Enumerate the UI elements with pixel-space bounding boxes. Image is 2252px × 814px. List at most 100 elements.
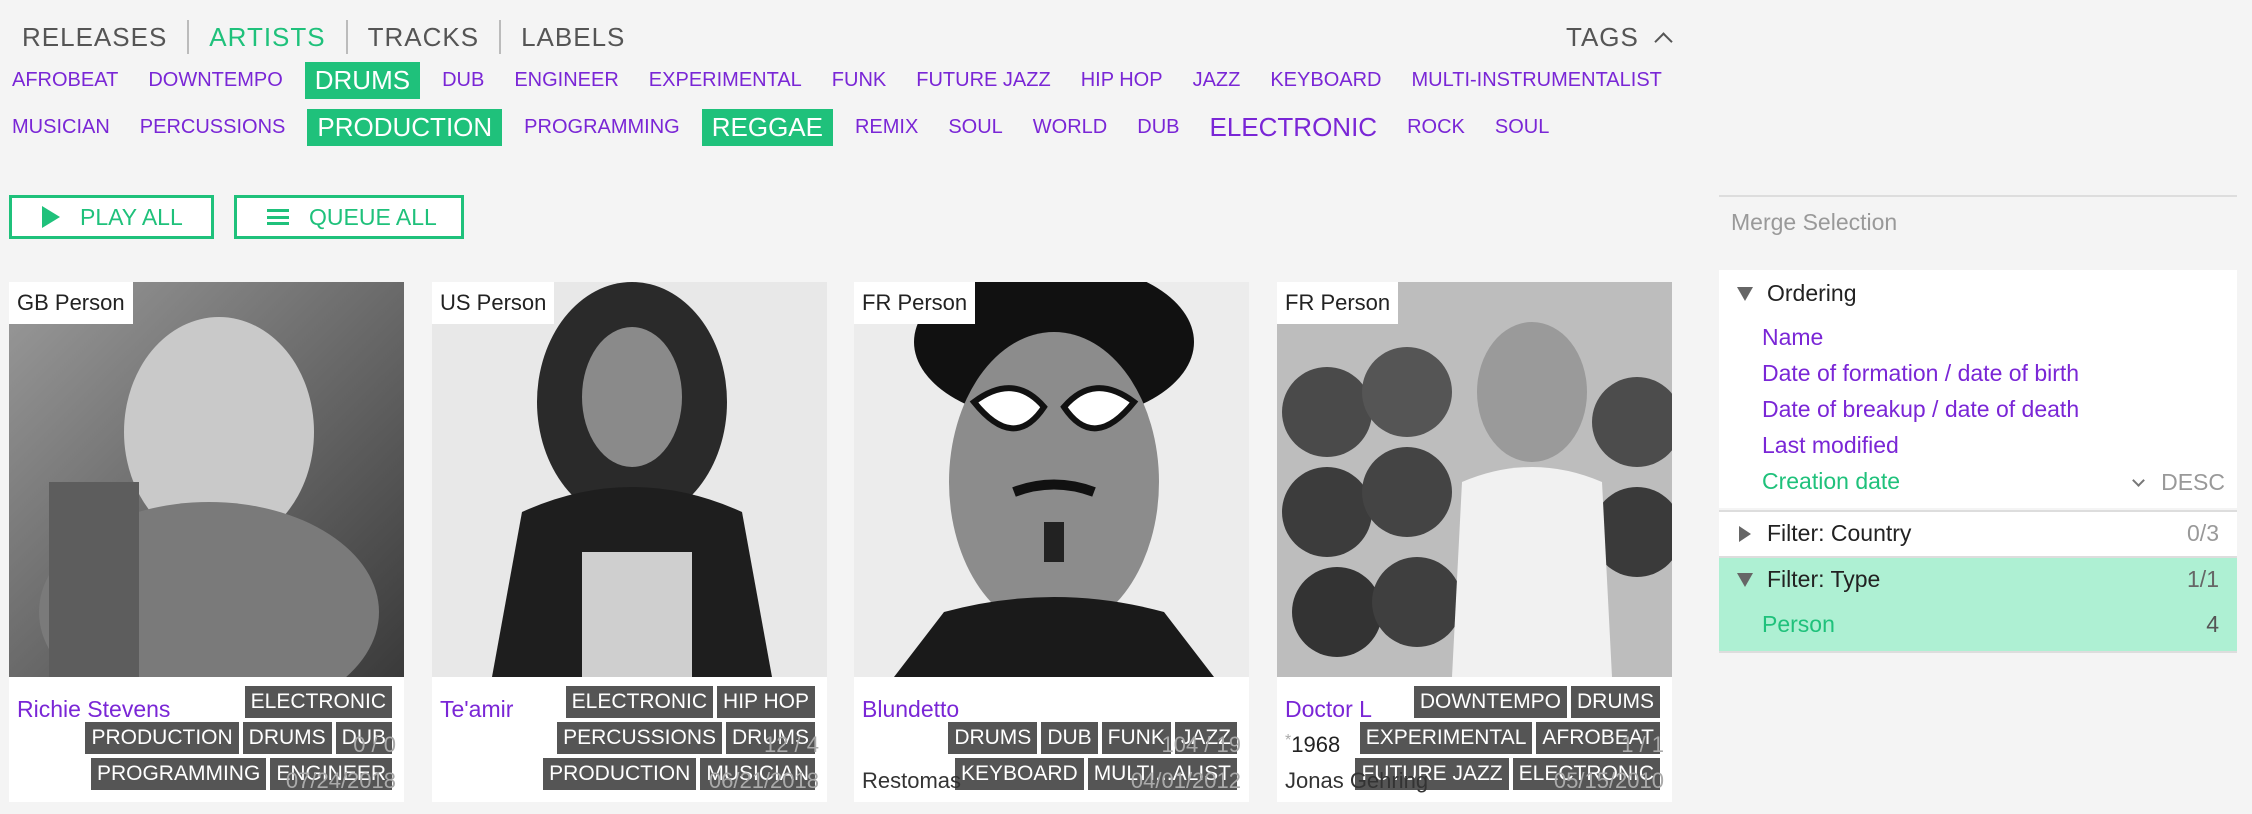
order-by-breakup-date[interactable]: Date of breakup / date of death <box>1762 396 2079 423</box>
ordering-header[interactable]: Ordering <box>1737 280 1856 307</box>
ordering-section: Ordering Name Date of formation / date o… <box>1719 270 2237 508</box>
tag[interactable]: DUB <box>1137 116 1179 139</box>
created-date: 05/15/2010 <box>1553 768 1664 793</box>
release-counts: 104 / 19 <box>1161 732 1241 757</box>
photo-tag[interactable]: PRODUCTION <box>85 722 239 754</box>
origin-label: FR Person <box>1277 282 1399 324</box>
photo-tag[interactable]: EXPERIMENTAL <box>1359 722 1533 754</box>
artist-photo[interactable] <box>854 282 1249 677</box>
tag[interactable]: MUSICIAN <box>12 116 110 139</box>
tag[interactable]: HIP HOP <box>1081 69 1163 92</box>
photo-tag[interactable]: PERCUSSIONS <box>557 722 722 754</box>
tag[interactable]: ENGINEER <box>514 69 618 92</box>
tags-toggle[interactable]: TAGS <box>1566 20 1673 54</box>
filter-type-header[interactable]: Filter: Type <box>1737 566 1880 593</box>
tag[interactable]: PROGRAMMING <box>524 116 680 139</box>
sort-direction-toggle[interactable]: DESC <box>2132 469 2225 496</box>
play-icon <box>42 206 60 228</box>
tag[interactable]: FUNK <box>832 69 886 92</box>
filter-country-section[interactable]: Filter: Country 0/3 <box>1719 510 2237 556</box>
top-nav: RELEASES ARTISTS TRACKS LABELS <box>22 20 645 54</box>
nav-tracks[interactable]: TRACKS <box>348 20 499 54</box>
artist-name[interactable]: Te'amir <box>440 696 513 723</box>
photo-tag[interactable]: HIP HOP <box>717 686 815 718</box>
tag-row-1: AFROBEAT DOWNTEMPO DRUMS DUB ENGINEER EX… <box>12 58 1692 102</box>
chevron-down-icon <box>2132 473 2145 487</box>
nav-artists[interactable]: ARTISTS <box>189 20 345 54</box>
photo-tag[interactable]: DUB <box>1041 722 1098 754</box>
order-by-name[interactable]: Name <box>1762 324 1823 351</box>
filter-country-header[interactable]: Filter: Country <box>1737 520 1911 547</box>
tag[interactable]: REMIX <box>855 116 918 139</box>
play-all-button[interactable]: PLAY ALL <box>9 195 214 239</box>
tag-selected[interactable]: REGGAE <box>701 108 833 146</box>
tag[interactable]: ROCK <box>1407 116 1465 139</box>
tag[interactable]: FUTURE JAZZ <box>916 69 1050 92</box>
order-by-last-modified[interactable]: Last modified <box>1762 432 1899 459</box>
tag[interactable]: AFROBEAT <box>12 69 118 92</box>
photo-tag[interactable]: ELECTRONIC <box>565 686 714 718</box>
tag[interactable]: ELECTRONIC <box>1209 112 1377 143</box>
merge-selection-button[interactable]: Merge Selection <box>1719 197 2237 259</box>
artist-name[interactable]: Doctor L <box>1285 696 1372 723</box>
artist-card[interactable]: FR Person FUTURE JAZZ ELECTRONIC EXPERIM… <box>1277 282 1672 802</box>
artist-name[interactable]: Richie Stevens <box>17 696 170 723</box>
photo-tag[interactable]: KEYBOARD <box>954 758 1084 790</box>
tag[interactable]: MULTI-INSTRUMENTALIST <box>1412 69 1662 92</box>
chevron-up-icon <box>1654 31 1673 51</box>
tag[interactable]: KEYBOARD <box>1270 69 1381 92</box>
triangle-down-icon <box>1737 286 1753 301</box>
tags-label: TAGS <box>1566 21 1639 52</box>
release-counts: 0 / 0 <box>353 732 396 757</box>
created-date: 06/21/2018 <box>708 768 819 793</box>
tag[interactable]: EXPERIMENTAL <box>649 69 802 92</box>
filter-country-title: Filter: Country <box>1767 520 1912 546</box>
artist-photo[interactable] <box>432 282 827 677</box>
artist-photo[interactable] <box>1277 282 1672 677</box>
photo-tag[interactable]: DOWNTEMPO <box>1413 686 1567 718</box>
birth-year-value: 1968 <box>1291 732 1341 757</box>
created-date: 07/24/2018 <box>285 768 396 793</box>
tag[interactable]: SOUL <box>948 116 1002 139</box>
order-by-creation-date[interactable]: Creation date <box>1762 468 1900 495</box>
queue-all-button[interactable]: QUEUE ALL <box>234 195 464 239</box>
tag-selected[interactable]: DRUMS <box>304 61 421 99</box>
tag-row-2: MUSICIAN PERCUSSIONS PRODUCTION PROGRAMM… <box>12 105 1579 149</box>
nav-releases[interactable]: RELEASES <box>22 20 187 54</box>
ordering-title: Ordering <box>1767 280 1857 306</box>
photo-tag[interactable]: ELECTRONIC <box>244 686 392 718</box>
tag[interactable]: WORLD <box>1033 116 1107 139</box>
created-date: 04/01/2012 <box>1130 768 1241 793</box>
tag-selected[interactable]: PRODUCTION <box>307 108 503 146</box>
filter-type-count: 1/1 <box>2187 566 2219 592</box>
nav-labels[interactable]: LABELS <box>501 20 645 54</box>
artist-card[interactable]: US Person PRODUCTION MUSICIAN PERCUSSION… <box>432 282 827 802</box>
tag[interactable]: SOUL <box>1495 116 1549 139</box>
play-all-label: PLAY ALL <box>80 203 183 230</box>
release-counts: 12 / 4 <box>763 732 819 757</box>
artist-name[interactable]: Blundetto <box>862 696 959 723</box>
filter-type-person[interactable]: Person <box>1762 611 1835 638</box>
tag[interactable]: DOWNTEMPO <box>148 69 282 92</box>
artist-card[interactable]: GB Person PROGRAMMING ENGINEER PRODUCTIO… <box>9 282 404 802</box>
order-by-formation-date[interactable]: Date of formation / date of birth <box>1762 360 2079 387</box>
origin-label: GB Person <box>9 282 133 324</box>
filter-type-section: Filter: Type 1/1 Person 4 <box>1719 556 2237 653</box>
filter-type-title: Filter: Type <box>1767 566 1881 592</box>
photo-tag[interactable]: DRUMS <box>1571 686 1660 718</box>
photo-tag[interactable]: FUNK <box>1101 722 1171 754</box>
artist-photo[interactable] <box>9 282 404 677</box>
list-icon <box>267 209 289 225</box>
tag[interactable]: DUB <box>442 69 484 92</box>
photo-tag[interactable]: DRUMS <box>948 722 1038 754</box>
photo-tag[interactable]: PRODUCTION <box>543 758 697 790</box>
filter-type-person-count: 4 <box>2206 611 2219 637</box>
real-name: Jonas Gehring <box>1285 768 1429 793</box>
photo-tag[interactable]: DRUMS <box>242 722 332 754</box>
artist-card[interactable]: FR Person KEYBOARD MULTI...ALIST DRUMS D… <box>854 282 1249 802</box>
tag[interactable]: JAZZ <box>1193 69 1241 92</box>
triangle-down-icon <box>1737 572 1753 587</box>
photo-tag[interactable]: PROGRAMMING <box>90 758 267 790</box>
triangle-right-icon <box>1739 525 1751 542</box>
tag[interactable]: PERCUSSIONS <box>140 116 286 139</box>
